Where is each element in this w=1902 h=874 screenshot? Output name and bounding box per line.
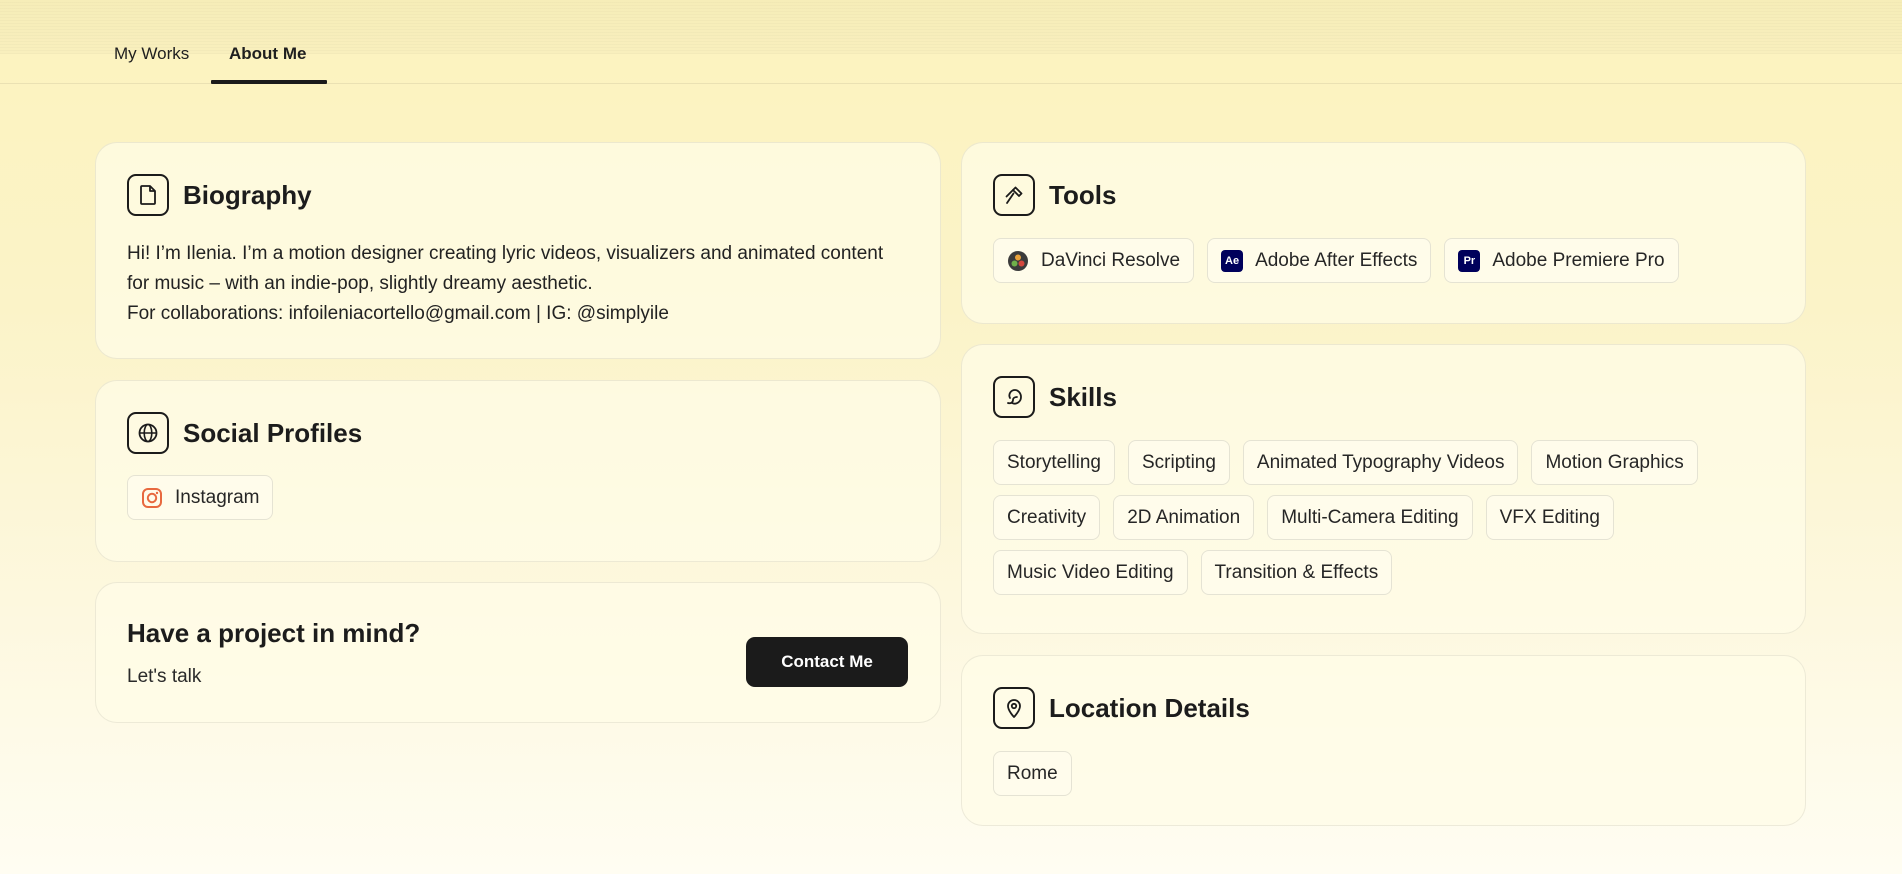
tool-chip: Pr Adobe Premiere Pro	[1444, 238, 1679, 283]
skill-chip: 2D Animation	[1113, 495, 1255, 540]
skills-title: Skills	[1049, 381, 1117, 412]
skill-chip: Multi-Camera Editing	[1267, 495, 1473, 540]
tool-label: Adobe After Effects	[1255, 249, 1418, 271]
instagram-label: Instagram	[175, 486, 260, 508]
social-profiles-card: Social Profiles Instagram	[95, 380, 941, 562]
document-icon	[127, 174, 169, 216]
tool-label: DaVinci Resolve	[1041, 249, 1181, 271]
tools-title: Tools	[1049, 179, 1117, 210]
social-profiles-title: Social Profiles	[183, 417, 363, 448]
skill-chip: Motion Graphics	[1531, 440, 1698, 485]
location-chip: Rome	[993, 751, 1072, 796]
biography-title: Biography	[183, 179, 312, 210]
skill-chip: Creativity	[993, 495, 1101, 540]
cta-subtitle: Let's talk	[127, 666, 202, 687]
cta-title: Have a project in mind?	[127, 618, 421, 648]
active-tab-indicator	[211, 80, 327, 84]
premiere-pro-icon: Pr	[1458, 249, 1481, 272]
palette-icon	[993, 376, 1035, 418]
skill-chip: VFX Editing	[1485, 495, 1614, 540]
contact-me-button[interactable]: Contact Me	[746, 637, 908, 687]
tab-about-me[interactable]: About Me	[229, 44, 306, 64]
skill-chip: Music Video Editing	[993, 550, 1188, 595]
skills-card: Skills Storytelling Scripting Animated T…	[961, 344, 1806, 634]
globe-icon	[127, 412, 169, 454]
skill-chip: Storytelling	[993, 440, 1115, 485]
biography-intro: Hi! I’m Ilenia. I’m a motion designer cr…	[127, 243, 884, 294]
biography-card: Biography Hi! I’m Ilenia. I’m a motion d…	[95, 142, 941, 359]
skill-chip: Scripting	[1128, 440, 1230, 485]
tool-label: Adobe Premiere Pro	[1492, 249, 1665, 271]
biography-contact: For collaborations: infoileniacortello@g…	[127, 303, 669, 324]
contact-cta-card: Have a project in mind? Let's talk Conta…	[95, 582, 941, 723]
after-effects-icon: Ae	[1221, 249, 1244, 272]
skill-chip: Animated Typography Videos	[1242, 440, 1519, 485]
biography-text: Hi! I’m Ilenia. I’m a motion designer cr…	[127, 239, 887, 329]
hammer-icon	[993, 174, 1035, 216]
tab-my-works[interactable]: My Works	[114, 44, 189, 64]
instagram-link[interactable]: Instagram	[127, 475, 274, 520]
skill-chip: Transition & Effects	[1200, 550, 1393, 595]
instagram-icon	[141, 487, 163, 509]
location-card: Location Details Rome	[961, 655, 1806, 826]
top-nav: My Works About Me	[0, 0, 1902, 84]
map-pin-icon	[993, 687, 1035, 729]
davinci-resolve-icon	[1007, 250, 1029, 272]
location-title: Location Details	[1049, 692, 1250, 723]
tool-chip: DaVinci Resolve	[993, 238, 1195, 283]
tools-card: Tools DaVinci Resolve Ae Adobe After Eff…	[961, 142, 1806, 324]
tool-chip: Ae Adobe After Effects	[1207, 238, 1432, 283]
